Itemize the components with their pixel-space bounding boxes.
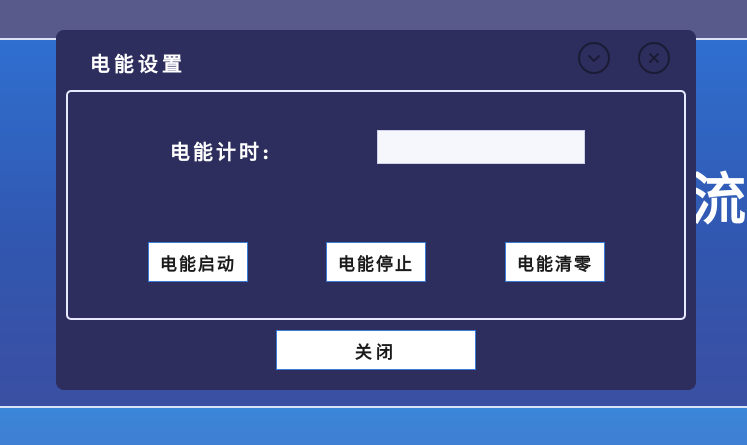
settings-panel: 电能计时: 电能启动 电能停止 电能清零 — [66, 90, 686, 320]
energy-stop-button[interactable]: 电能停止 — [326, 242, 426, 282]
energy-start-button[interactable]: 电能启动 — [148, 242, 248, 282]
close-button[interactable]: 关闭 — [276, 330, 476, 370]
energy-timer-label: 电能计时: — [170, 140, 273, 164]
background-footer-bar — [0, 408, 747, 445]
dialog-title: 电能设置 — [90, 52, 186, 76]
energy-timer-input[interactable] — [377, 130, 585, 164]
close-dialog-button[interactable] — [638, 42, 670, 74]
chevron-down-icon — [588, 55, 600, 62]
energy-clear-button[interactable]: 电能清零 — [505, 242, 605, 282]
close-icon — [649, 53, 659, 63]
minimize-button[interactable] — [578, 42, 610, 74]
background-title-fragment: 流 — [690, 167, 747, 233]
energy-settings-dialog: 电能设置 电能计时: 电能启动 电能停止 电能清零 关闭 — [56, 30, 696, 390]
